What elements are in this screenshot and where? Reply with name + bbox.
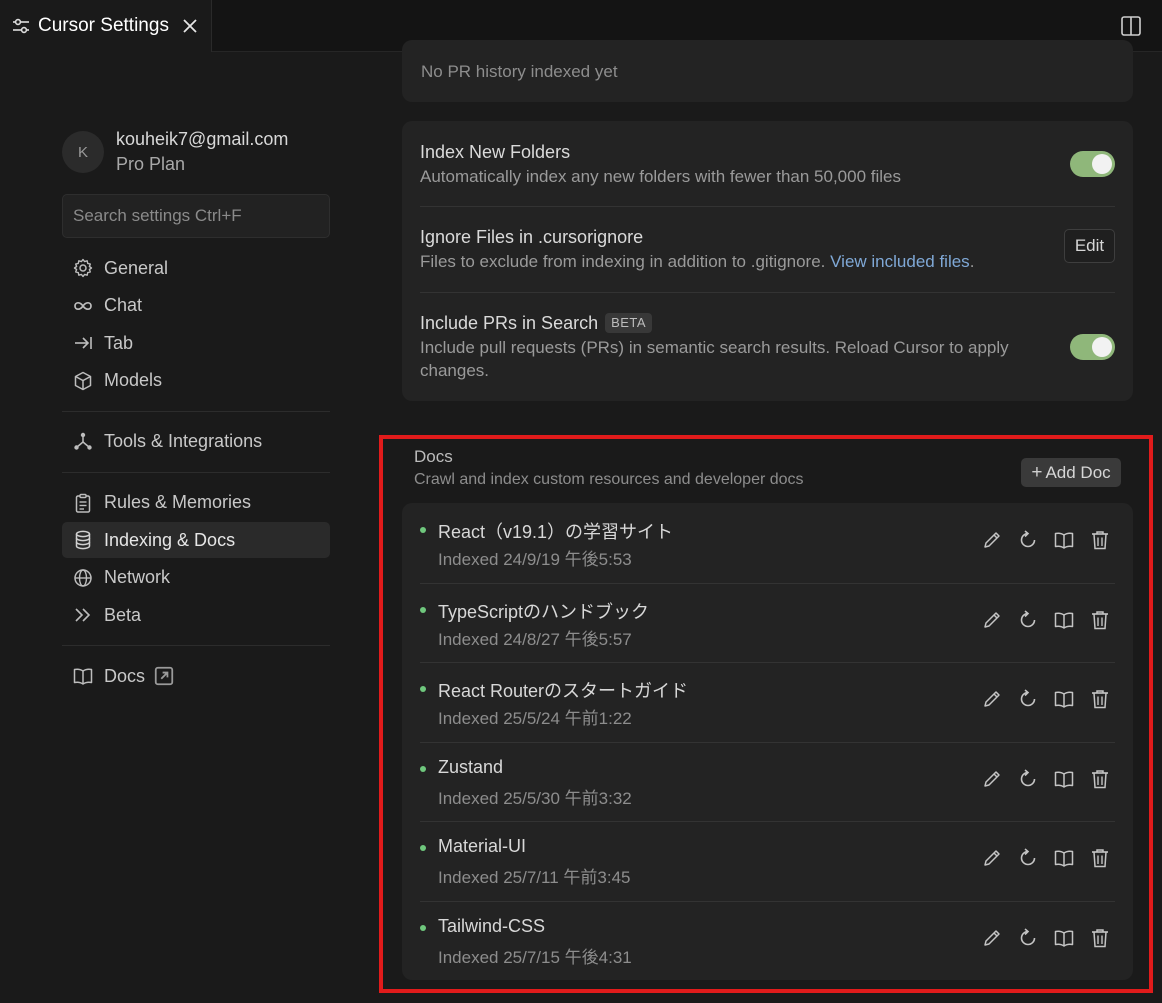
globe-icon: [74, 568, 92, 587]
settings-sidebar: K kouheik7@gmail.com Pro Plan General Ch…: [62, 120, 330, 696]
setting-description: Include pull requests (PRs) in semantic …: [420, 338, 1009, 380]
sidebar-item-network[interactable]: Network: [62, 560, 330, 596]
index-new-folders-toggle[interactable]: [1070, 151, 1115, 177]
sidebar-item-label: Indexing & Docs: [104, 529, 236, 550]
infinity-icon: [74, 301, 92, 310]
sidebar-item-label: Tab: [104, 332, 134, 353]
tab-title: Cursor Settings: [38, 15, 169, 36]
sidebar-item-tab[interactable]: Tab: [62, 325, 330, 361]
avatar: K: [62, 131, 104, 173]
divider: [62, 645, 330, 646]
close-icon[interactable]: [181, 17, 199, 35]
setting-description: Files to exclude from indexing in additi…: [420, 250, 1115, 273]
sidebar-item-docs[interactable]: Docs: [62, 658, 330, 694]
divider: [62, 410, 330, 412]
sidebar-item-label: General: [104, 257, 169, 278]
double-chevron-right-icon: [75, 608, 91, 622]
divider: [62, 471, 330, 473]
book-icon: [73, 668, 93, 685]
setting-include-prs: Include PRs in Search BETA Include pull …: [420, 310, 1115, 382]
description-suffix: .: [969, 252, 975, 271]
divider: [420, 206, 1115, 207]
include-prs-toggle[interactable]: [1070, 334, 1115, 360]
highlight-box: [379, 435, 1153, 993]
sidebar-item-label: Chat: [104, 295, 143, 315]
sidebar-item-label: Tools & Integrations: [104, 431, 263, 451]
setting-title: Index New Folders: [420, 142, 571, 162]
setting-title: Include PRs in Search BETA: [420, 310, 1115, 336]
gear-icon: [73, 258, 93, 278]
sidebar-item-label: Network: [104, 567, 171, 587]
clipboard-icon: [75, 493, 91, 513]
sidebar-item-label: Beta: [104, 604, 142, 625]
sidebar-item-beta[interactable]: Beta: [62, 597, 330, 633]
sidebar-item-label: Models: [104, 370, 163, 390]
settings-sliders-icon: [13, 18, 29, 34]
cube-icon: [74, 371, 92, 390]
setting-title-text: Include PRs in Search: [420, 313, 599, 333]
setting-ignore-files: Ignore Files in .cursorignore Files to e…: [420, 224, 1115, 273]
view-included-files-link[interactable]: View included files: [830, 252, 970, 271]
setting-index-new-folders: Index New Folders Automatically index an…: [420, 139, 1115, 188]
toggle-knob: [1092, 154, 1112, 174]
setting-title: Ignore Files in .cursorignore: [420, 227, 644, 247]
pr-history-status: No PR history indexed yet: [421, 62, 618, 81]
description-text: Files to exclude from indexing in additi…: [420, 252, 826, 271]
sidebar-item-rules[interactable]: Rules & Memories: [62, 485, 330, 521]
pr-history-card: No PR history indexed yet: [402, 40, 1133, 102]
account-plan: Pro Plan: [116, 154, 186, 174]
database-icon: [75, 530, 91, 550]
beta-badge: BETA: [605, 313, 653, 333]
sidebar-item-indexing[interactable]: Indexing & Docs: [62, 522, 330, 558]
toggle-knob: [1092, 337, 1112, 357]
search-input[interactable]: [62, 194, 330, 238]
setting-description: Automatically index any new folders with…: [420, 167, 901, 186]
sidebar-item-label: Rules & Memories: [104, 492, 252, 512]
indexing-settings-card: Index New Folders Automatically index an…: [402, 121, 1133, 401]
edit-cursorignore-button[interactable]: Edit: [1064, 229, 1115, 263]
sidebar-item-label: Docs: [104, 665, 146, 686]
external-link-icon: [154, 666, 174, 686]
split-editor-icon[interactable]: [1120, 15, 1142, 37]
account-email: kouheik7@gmail.com: [116, 129, 289, 149]
sidebar-item-models[interactable]: Models: [62, 363, 330, 399]
arrow-to-line-icon: [75, 337, 92, 349]
nodes-icon: [74, 432, 92, 450]
sidebar-item-tools[interactable]: Tools & Integrations: [62, 424, 330, 460]
account-info: K kouheik7@gmail.com Pro Plan: [62, 120, 330, 184]
sidebar-item-chat[interactable]: Chat: [62, 288, 330, 324]
tab-cursor-settings[interactable]: Cursor Settings: [0, 0, 212, 52]
sidebar-item-general[interactable]: General: [62, 250, 330, 286]
divider: [420, 292, 1115, 293]
